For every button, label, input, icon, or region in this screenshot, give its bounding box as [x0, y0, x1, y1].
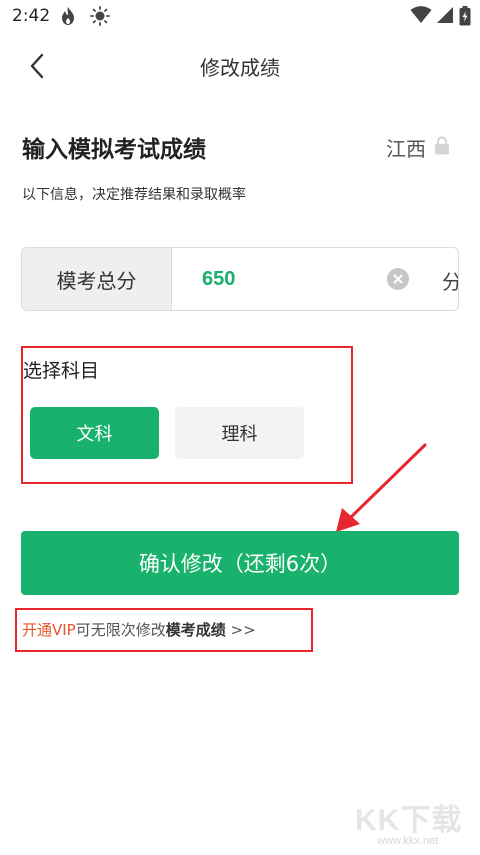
signal-icon [436, 6, 454, 28]
flame-icon [60, 6, 76, 30]
nav-bar: 修改成绩 [0, 40, 480, 90]
wifi-icon [410, 6, 432, 28]
sun-icon [90, 6, 110, 30]
vip-link[interactable]: 开通VIP可无限次修改模考成绩 >> [22, 619, 256, 640]
score-field: 模考总分 分 [21, 247, 459, 311]
province-label: 江西 [386, 137, 426, 161]
province-selector: 江西 [386, 133, 450, 162]
vip-prefix: 开通VIP [22, 621, 76, 639]
score-unit: 分 [442, 266, 458, 295]
vip-bold-text: 模考成绩 [165, 621, 226, 639]
section-title: 输入模拟考试成绩 [22, 137, 206, 163]
score-label: 模考总分 [22, 248, 172, 310]
watermark-logo: KK下载 [355, 804, 463, 837]
subject-option-science[interactable]: 理科 [175, 407, 304, 459]
vip-middle: 可无限次修改 [75, 621, 166, 639]
score-input[interactable] [202, 248, 392, 310]
subject-option-arts[interactable]: 文科 [30, 407, 159, 459]
clear-icon[interactable] [387, 268, 409, 290]
battery-icon [459, 6, 471, 30]
watermark-url: www.kkx.net [377, 835, 439, 847]
subject-title: 选择科目 [23, 360, 100, 382]
confirm-button[interactable]: 确认修改（还剩6次） [21, 531, 459, 595]
status-bar: 2:42 [0, 0, 480, 32]
status-time: 2:42 [12, 6, 51, 26]
vip-suffix: >> [225, 621, 256, 639]
page-title: 修改成绩 [200, 56, 280, 80]
annotation-arrow-icon [336, 443, 427, 532]
section-subtitle: 以下信息，决定推荐结果和录取概率 [22, 187, 246, 203]
lock-icon [434, 135, 450, 160]
watermark: KK下载 www.kkx.net [355, 795, 475, 850]
